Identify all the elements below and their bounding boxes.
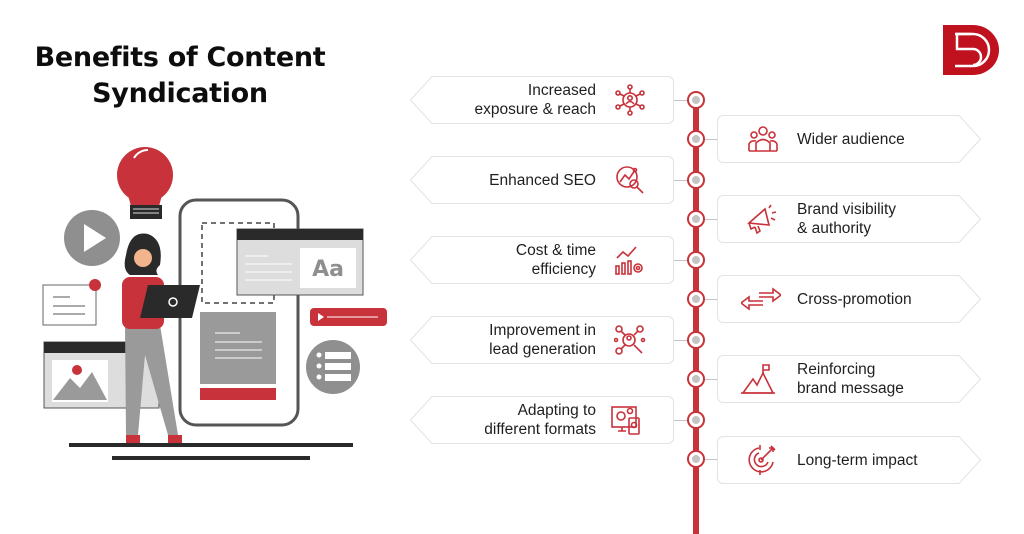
benefit-title: Long-term impact xyxy=(797,451,918,469)
benefit-title: Brand visibility xyxy=(797,201,897,218)
exchange-arrows-icon xyxy=(741,287,781,311)
play-button-icon xyxy=(64,210,120,266)
benefit-card-left: Improvement in lead generation xyxy=(410,316,674,364)
benefit-card-left: Cost & time efficiency xyxy=(410,236,674,284)
chart-gear-icon xyxy=(615,246,643,275)
target-arrow-icon xyxy=(748,445,776,475)
timeline-node xyxy=(687,331,705,349)
mountain-flag-icon xyxy=(741,364,775,394)
timeline-spine xyxy=(693,98,699,534)
devices-gear-icon xyxy=(611,406,640,435)
benefit-card-right: Cross-promotion xyxy=(717,275,981,323)
timeline-node xyxy=(687,450,705,468)
benefit-card-right: Wider audience xyxy=(717,115,981,163)
benefit-card-left: Adapting to different formats xyxy=(410,396,674,444)
benefit-title: Cross-promotion xyxy=(797,290,912,308)
benefit-card-left: Enhanced SEO xyxy=(410,156,674,204)
title-line-2: Syndication xyxy=(92,78,268,109)
lightbulb-icon xyxy=(117,147,173,219)
ds-logo-icon xyxy=(943,25,999,75)
timeline-node xyxy=(687,290,705,308)
illustration: Aa xyxy=(42,147,387,460)
benefit-subtitle: & authority xyxy=(797,220,872,237)
benefit-title: Increased xyxy=(527,82,596,99)
typography-window: Aa xyxy=(236,228,364,296)
benefit-title: Improvement in xyxy=(489,322,596,339)
benefit-card-right: Long-term impact xyxy=(717,436,981,484)
lead-search-icon xyxy=(614,325,646,355)
timeline-node xyxy=(687,130,705,148)
benefit-subtitle: exposure & reach xyxy=(474,101,597,118)
benefit-card-right: Brand visibility & authority xyxy=(717,195,981,243)
benefit-subtitle: lead generation xyxy=(489,341,596,358)
timeline-node xyxy=(687,171,705,189)
title-line-1: Benefits of Content xyxy=(34,42,326,73)
benefit-subtitle: different formats xyxy=(484,421,596,438)
benefit-title: Reinforcing xyxy=(797,361,876,378)
timeline-node xyxy=(687,91,705,109)
benefit-title: Cost & time xyxy=(515,242,596,259)
seo-magnifier-icon xyxy=(616,166,644,194)
network-user-icon xyxy=(615,84,645,116)
benefit-subtitle: brand message xyxy=(797,380,904,397)
list-circle-icon xyxy=(306,340,360,394)
benefit-subtitle: efficiency xyxy=(531,261,596,278)
svg-text:Aa: Aa xyxy=(312,257,344,282)
benefit-title: Wider audience xyxy=(797,130,905,148)
benefit-title: Enhanced SEO xyxy=(489,171,596,189)
page-title: Benefits of Content Syndication xyxy=(30,40,330,112)
benefit-title: Adapting to xyxy=(517,402,596,419)
timeline-node xyxy=(687,370,705,388)
benefit-card-left: Increased exposure & reach xyxy=(410,76,674,124)
timeline-node xyxy=(687,411,705,429)
timeline-node xyxy=(687,251,705,269)
megaphone-icon xyxy=(747,204,777,235)
video-bar xyxy=(310,308,387,326)
close-popup-icon xyxy=(42,279,101,326)
benefit-card-right: Reinforcing brand message xyxy=(717,355,981,403)
timeline-node xyxy=(687,210,705,228)
audience-icon xyxy=(748,126,778,152)
